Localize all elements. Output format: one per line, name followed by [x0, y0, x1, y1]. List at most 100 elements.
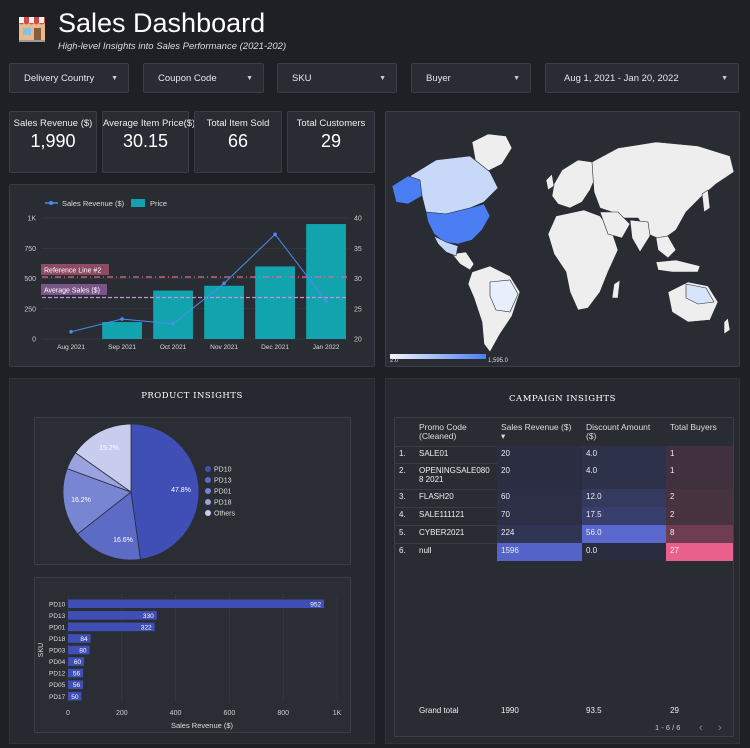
row-index: 6.: [399, 546, 406, 555]
chevron-right-icon[interactable]: ›: [714, 719, 728, 734]
pie-label: 16.2%: [71, 497, 91, 504]
column-header[interactable]: Total Buyers: [666, 420, 733, 446]
chevron-left-icon[interactable]: ‹: [695, 719, 709, 734]
bar-value-label: 84: [80, 636, 88, 643]
grand-total-discount: 93.5: [586, 706, 602, 715]
page-subtitle: High-level Insights into Sales Performan…: [58, 41, 287, 52]
x-tick-label: 600: [224, 710, 236, 717]
y-tick-label: PD17: [49, 694, 66, 701]
date-range-filter[interactable]: Aug 1, 2021 - Jan 20, 2022 ▼: [545, 63, 739, 93]
price-bar[interactable]: [102, 322, 142, 339]
bar-value-label: 50: [71, 694, 79, 701]
x-tick-label: Jan 2022: [313, 344, 340, 351]
product-insights-title: PRODUCT INSIGHTS: [141, 391, 243, 401]
filter-label: Delivery Country: [24, 72, 95, 84]
y-left-tick: 250: [24, 306, 36, 313]
sales-revenue-point[interactable]: [171, 322, 175, 326]
kpi-total-customers: Total Customers 29: [287, 111, 375, 173]
bar-value-label: 322: [141, 624, 152, 631]
buyers-cell: 2: [666, 507, 733, 525]
grand-total-revenue: 1990: [501, 706, 519, 715]
y-tick-label: PD13: [49, 613, 66, 620]
campaign-insights-panel: CAMPAIGN INSIGHTS Promo Code (Cleaned) Sa…: [385, 378, 740, 744]
x-tick-label: Aug 2021: [57, 344, 85, 351]
y-right-tick: 25: [354, 306, 362, 313]
legend-label: PD18: [214, 500, 232, 507]
kpi-label: Average Item Price($): [103, 118, 196, 129]
sales-revenue-cell: 1596: [497, 543, 582, 561]
buyers-cell: 2: [666, 489, 733, 507]
legend-line-dot: [49, 201, 53, 205]
sales-revenue-point[interactable]: [273, 232, 277, 237]
bar-value-label: 56: [73, 671, 81, 678]
japan-shape: [701, 189, 711, 213]
sales-revenue-cell: 224: [497, 525, 582, 543]
promo-code-cell: OPENINGSALE0808 2021: [419, 466, 490, 484]
southeast-asia-shape: [655, 235, 677, 259]
pie-label: 47.8%: [171, 487, 191, 494]
row-index: 3.: [399, 492, 406, 501]
row-index: 5.: [399, 528, 406, 537]
legend-bar-marker: [131, 199, 145, 207]
filter-delivery-country[interactable]: Delivery Country ▼: [9, 63, 129, 93]
y-tick-label: PD03: [49, 648, 66, 655]
kpi-value: 1,990: [30, 131, 76, 151]
geo-map-panel: 2.0 1,595.0: [385, 111, 740, 367]
europe-shape: [551, 159, 597, 209]
map-scale-min: 2.0: [390, 358, 399, 364]
legend-marker: [205, 488, 211, 494]
page-title: Sales Dashboard: [58, 8, 266, 38]
sales-revenue-point[interactable]: [324, 299, 328, 303]
filter-buyer[interactable]: Buyer ▼: [411, 63, 531, 93]
filter-label: SKU: [292, 72, 312, 84]
x-tick-label: Oct 2021: [160, 344, 187, 351]
legend-marker: [205, 466, 211, 472]
new-zealand-shape: [723, 317, 731, 335]
column-header[interactable]: Discount Amount ($): [582, 420, 666, 446]
kpi-label: Total Customers: [296, 118, 366, 129]
caret-down-icon: ▼: [379, 74, 386, 82]
y-right-tick: 30: [354, 276, 362, 283]
buyers-cell: 1: [666, 463, 733, 489]
price-bar[interactable]: [306, 224, 346, 339]
price-bar[interactable]: [204, 285, 244, 339]
filter-coupon-code[interactable]: Coupon Code ▼: [143, 63, 264, 93]
x-tick-label: 200: [116, 710, 128, 717]
alaska-highlight[interactable]: [391, 175, 423, 205]
uk-shape: [545, 173, 555, 191]
discount-cell: 56.0: [582, 525, 666, 543]
y-left-tick: 500: [24, 276, 36, 283]
y-axis-title: SKU: [38, 643, 45, 657]
column-header[interactable]: Sales Revenue ($) ▾: [497, 420, 582, 446]
caret-down-icon: ▼: [111, 74, 118, 82]
reference-line-label: Reference Line #2: [44, 268, 101, 275]
product-insights-panel: PRODUCT INSIGHTS 47.8% 16.6% 16.2% 15.2% PD1…: [9, 378, 375, 744]
sales-revenue-point[interactable]: [120, 317, 124, 321]
y-tick-label: PD10: [49, 601, 66, 608]
promo-code-cell: CYBER2021: [419, 528, 465, 537]
column-header[interactable]: Promo Code (Cleaned): [415, 420, 497, 446]
discount-cell: 0.0: [582, 543, 666, 561]
price-bar[interactable]: [255, 266, 295, 339]
pie-chart-card: 47.8% 16.6% 16.2% 15.2% PD10 PD13 PD01 PD18 Othe…: [34, 417, 351, 565]
sku-bar[interactable]: [68, 599, 325, 609]
caret-down-icon: ▼: [513, 74, 520, 82]
kpi-value: 29: [320, 131, 342, 151]
bar-value-label: 60: [74, 659, 82, 666]
sales-revenue-point[interactable]: [69, 329, 73, 334]
y-tick-label: PD01: [49, 624, 66, 631]
legend-line-label: Sales Revenue ($): [62, 199, 125, 208]
x-tick-label: 800: [277, 710, 289, 717]
date-range-label: Aug 1, 2021 - Jan 20, 2022: [564, 72, 679, 84]
x-tick-label: Dec 2021: [261, 344, 289, 351]
y-tick-label: PD18: [49, 636, 66, 643]
promo-code-cell: FLASH20: [419, 492, 454, 501]
y-right-tick: 20: [354, 337, 362, 344]
pie-label: 15.2%: [99, 445, 119, 452]
filter-sku[interactable]: SKU ▼: [277, 63, 397, 93]
promo-code-cell: SALE111121: [419, 510, 465, 519]
map-scale-bar: [390, 354, 486, 359]
world-map[interactable]: 2.0 1,595.0: [386, 112, 741, 368]
sales-revenue-point[interactable]: [222, 281, 226, 286]
pagination-label: 1 - 6 / 6: [655, 723, 681, 732]
